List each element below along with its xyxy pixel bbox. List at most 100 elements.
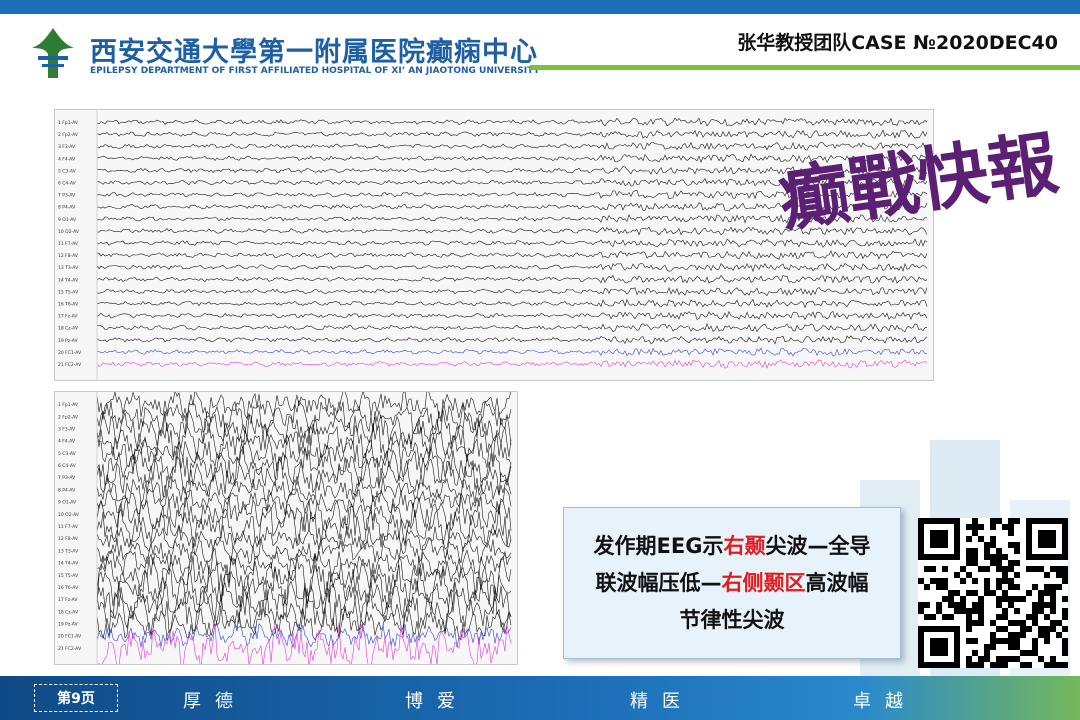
qr-module bbox=[984, 548, 990, 554]
eeg-trace bbox=[96, 399, 512, 435]
eeg-channel-label: 17 Fz-AV bbox=[58, 597, 78, 603]
eeg-channel-label: 16 T6-AV bbox=[58, 301, 79, 307]
qr-module bbox=[1002, 590, 1008, 596]
qr-module bbox=[1032, 644, 1038, 650]
qr-module bbox=[972, 554, 978, 560]
qr-module bbox=[960, 596, 966, 602]
qr-module bbox=[966, 620, 972, 626]
qr-module bbox=[972, 602, 978, 608]
eeg-channel-label: 8 P4-AV bbox=[58, 487, 76, 493]
qr-module bbox=[1044, 638, 1050, 644]
qr-code-icon bbox=[918, 518, 1068, 668]
qr-module bbox=[1056, 584, 1062, 590]
hospital-logo-icon bbox=[32, 28, 74, 78]
caption-line-1: 发作期EEG示右颞尖波—全导 bbox=[593, 533, 871, 558]
top-stripe bbox=[0, 0, 1080, 14]
qr-module bbox=[978, 596, 984, 602]
eeg-channel-label: 20 FC1-AV bbox=[58, 634, 82, 640]
qr-module bbox=[984, 644, 990, 650]
qr-module bbox=[1062, 662, 1068, 668]
eeg-trace bbox=[96, 262, 928, 273]
footer-word-2: 博爱 bbox=[405, 691, 469, 712]
eeg-channel-label: 11 F7-AV bbox=[58, 241, 79, 247]
eeg-channel-label: 16 T6-AV bbox=[58, 585, 79, 591]
footer-word-4: 卓越 bbox=[853, 691, 917, 712]
qr-module bbox=[1056, 632, 1062, 638]
qr-module bbox=[990, 542, 996, 548]
eeg-channel-label: 7 P3-AV bbox=[58, 193, 76, 199]
qr-module bbox=[1038, 656, 1044, 662]
qr-module bbox=[972, 620, 978, 626]
qr-module bbox=[972, 638, 978, 644]
eeg-trace bbox=[96, 455, 512, 498]
qr-module bbox=[996, 548, 1002, 554]
qr-module bbox=[1050, 602, 1056, 608]
case-label: 张华教授团队CASE №2020DEC40 bbox=[737, 32, 1058, 54]
qr-module bbox=[984, 584, 990, 590]
calligraphy-text: 癫戰快報 bbox=[774, 121, 1060, 242]
qr-module bbox=[1014, 644, 1020, 650]
eeg-channel-label: 6 C4-AV bbox=[58, 181, 77, 187]
qr-module bbox=[972, 548, 978, 554]
qr-module bbox=[990, 524, 996, 530]
eeg-channel-label: 4 F4-AV bbox=[58, 439, 76, 445]
qr-module bbox=[1020, 650, 1026, 656]
qr-module bbox=[1032, 566, 1038, 572]
qr-module bbox=[930, 614, 936, 620]
qr-module bbox=[1008, 656, 1014, 662]
qr-module bbox=[1020, 596, 1026, 602]
qr-module bbox=[1050, 566, 1056, 572]
qr-module bbox=[1026, 590, 1032, 596]
eeg-channel-label: 14 T4-AV bbox=[58, 561, 79, 567]
qr-module bbox=[1008, 542, 1014, 548]
qr-module bbox=[1002, 614, 1008, 620]
qr-module bbox=[918, 602, 924, 608]
qr-module bbox=[948, 602, 954, 608]
qr-module bbox=[1002, 524, 1008, 530]
eeg-channel-label: 19 Pz-AV bbox=[58, 622, 79, 628]
eeg-trace bbox=[96, 359, 928, 369]
qr-module bbox=[996, 656, 1002, 662]
qr-module bbox=[1002, 566, 1008, 572]
qr-finder bbox=[930, 638, 948, 656]
qr-module bbox=[984, 578, 990, 584]
qr-module bbox=[942, 578, 948, 584]
eeg-trace bbox=[96, 579, 512, 620]
qr-module bbox=[960, 578, 966, 584]
qr-module bbox=[1014, 656, 1020, 662]
eeg-trace bbox=[96, 310, 928, 321]
qr-module bbox=[1002, 626, 1008, 632]
qr-module bbox=[1008, 524, 1014, 530]
qr-module bbox=[996, 584, 1002, 590]
qr-module bbox=[1062, 572, 1068, 578]
qr-module bbox=[1038, 596, 1044, 602]
qr-module bbox=[942, 566, 948, 572]
qr-module bbox=[1002, 578, 1008, 584]
qr-module bbox=[942, 596, 948, 602]
qr-module bbox=[918, 608, 924, 614]
qr-module bbox=[1014, 560, 1020, 566]
qr-module bbox=[1008, 518, 1014, 524]
qr-module bbox=[1008, 560, 1014, 566]
qr-module bbox=[1008, 638, 1014, 644]
qr-module bbox=[1014, 572, 1020, 578]
qr-module bbox=[972, 530, 978, 536]
qr-module bbox=[1038, 602, 1044, 608]
qr-module bbox=[1014, 584, 1020, 590]
qr-module bbox=[960, 566, 966, 572]
qr-module bbox=[1026, 566, 1032, 572]
eeg-channel-label: 12 F8-AV bbox=[58, 536, 79, 542]
qr-module bbox=[966, 656, 972, 662]
eeg-channel-label: 18 Cz-AV bbox=[58, 609, 79, 615]
caption-box: 发作期EEG示右颞尖波—全导 联波幅压低—右侧颞区高波幅 节律性尖波 bbox=[563, 507, 901, 659]
qr-module bbox=[966, 608, 972, 614]
qr-module bbox=[1014, 518, 1020, 524]
qr-module bbox=[1026, 614, 1032, 620]
qr-module bbox=[1044, 662, 1050, 668]
qr-module bbox=[936, 584, 942, 590]
qr-module bbox=[1050, 584, 1056, 590]
qr-module bbox=[1038, 590, 1044, 596]
qr-module bbox=[984, 542, 990, 548]
eeg-channel-label: 6 C4-AV bbox=[58, 463, 77, 469]
footer: 第9页 厚德 博爱 精医 卓越 bbox=[0, 676, 1080, 720]
